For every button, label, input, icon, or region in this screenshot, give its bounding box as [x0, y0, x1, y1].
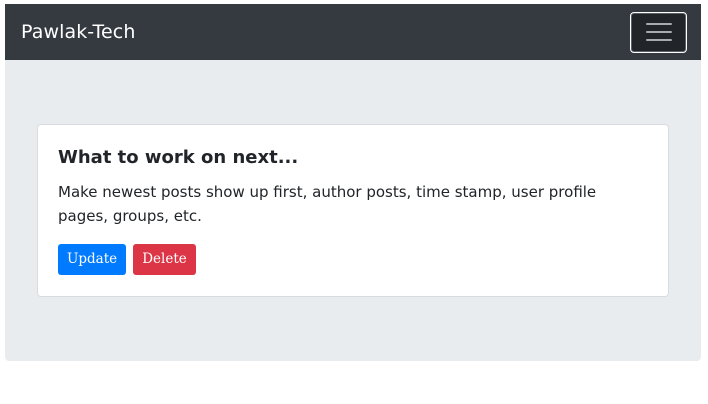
hamburger-menu-icon [645, 23, 672, 25]
post-card: What to work on next... Make newest post… [37, 124, 669, 297]
delete-button[interactable]: Delete [133, 244, 196, 275]
hamburger-menu-icon-bar [645, 39, 672, 41]
navbar-toggler-button[interactable] [630, 11, 687, 53]
hamburger-menu-icon-bar [645, 31, 672, 33]
navbar-brand[interactable]: Pawlak-Tech [21, 21, 135, 43]
jumbotron-frame: Pawlak-Tech What to work on next... Make… [5, 4, 701, 361]
navbar: Pawlak-Tech [5, 4, 701, 60]
post-title: What to work on next... [58, 147, 299, 168]
post-body: Make newest posts show up first, author … [58, 183, 597, 225]
update-button[interactable]: Update [58, 244, 127, 275]
